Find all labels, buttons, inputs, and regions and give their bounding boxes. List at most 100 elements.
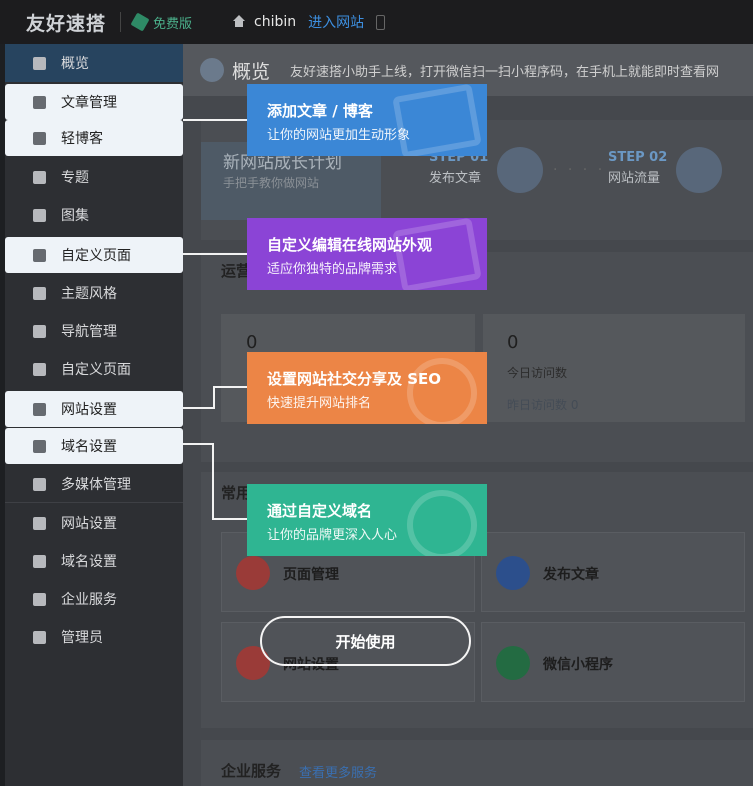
cube-icon: [33, 592, 46, 606]
quick-label: 页面管理: [283, 567, 339, 583]
globe-icon: [33, 554, 46, 568]
sidebar-divider: [5, 502, 183, 503]
topbar-divider: [120, 12, 122, 32]
tour-connector: [183, 119, 247, 121]
sidebar-item-admin[interactable]: 管理员: [5, 618, 183, 656]
enterprise-title: 企业服务: [221, 762, 282, 780]
sidebar-item-label: 企业服务: [61, 592, 117, 608]
tour-connector: [212, 518, 247, 520]
sidebar-item-navigation[interactable]: 导航管理: [5, 312, 183, 350]
sidebar-item-label: 管理员: [61, 630, 103, 646]
sidebar-item-microblog[interactable]: 轻博客: [5, 120, 183, 156]
callout-title: 添加文章 / 博客: [267, 102, 373, 120]
callout-title: 设置网站社交分享及 SEO: [267, 370, 442, 388]
step-label: STEP 02: [608, 150, 668, 165]
link-icon: [496, 646, 530, 680]
growth-plan-subtitle[interactable]: 手把手教你做网站: [223, 174, 319, 191]
grid-icon: [33, 56, 46, 70]
tour-connector: [183, 407, 214, 409]
sidebar-item-topics[interactable]: 专题: [5, 158, 183, 196]
callout-subtitle: 快速提升网站排名: [267, 396, 372, 411]
tour-connector: [213, 386, 215, 409]
sidebar-item-label: 主题风格: [61, 286, 117, 302]
quick-label: 微信小程序: [543, 657, 613, 673]
top-bar: 友好速搭 免费版 chibin 进入网站: [0, 0, 753, 44]
sidebar-item-articles[interactable]: 文章管理: [5, 84, 183, 120]
page-icon: [236, 556, 270, 590]
sidebar-item-custom-page-2[interactable]: 自定义页面: [5, 350, 183, 388]
home-icon: [232, 15, 246, 29]
tour-callout-seo: 设置网站社交分享及 SEO 快速提升网站排名: [247, 352, 487, 424]
sidebar-item-label: 概览: [61, 56, 89, 72]
tour-callout-domain: 通过自定义域名 让你的品牌更深入人心: [247, 484, 487, 556]
sidebar-item-theme[interactable]: 主题风格: [5, 274, 183, 312]
sidebar: 概览 文章管理 轻博客 专题 图集 自定义页面 主题风格 导航管理 自定义页面 …: [0, 44, 183, 786]
page-icon: [33, 248, 46, 262]
cube-icon: [130, 12, 150, 32]
user-icon: [33, 630, 46, 644]
sidebar-item-label: 导航管理: [61, 324, 117, 340]
sidebar-item-media[interactable]: 多媒体管理: [5, 465, 183, 503]
callout-title: 自定义编辑在线网站外观: [267, 236, 433, 254]
pulse-icon: [676, 147, 722, 193]
tour-connector: [212, 443, 214, 520]
site-name: chibin: [254, 14, 297, 30]
sidebar-item-label: 轻博客: [61, 131, 103, 147]
step-text: 网站流量: [608, 171, 661, 186]
globe-icon: [401, 484, 483, 556]
sidebar-item-label: 自定义页面: [61, 362, 131, 378]
globe-icon: [33, 439, 46, 453]
app-logo[interactable]: 友好速搭: [26, 9, 106, 36]
plan-badge[interactable]: 免费版: [130, 12, 193, 32]
sidebar-item-label: 域名设置: [61, 554, 117, 570]
step-connector: · · · ·: [553, 162, 606, 178]
tour-connector: [183, 443, 214, 445]
enterprise-card: [201, 740, 753, 786]
page-icon: [33, 362, 46, 376]
plan-badge-label: 免费版: [153, 16, 193, 32]
tour-connector: [213, 386, 247, 388]
enter-site-link[interactable]: 进入网站: [308, 12, 364, 32]
sidebar-item-site-settings[interactable]: 网站设置: [5, 391, 183, 427]
sidebar-item-gallery[interactable]: 图集: [5, 196, 183, 234]
sidebar-item-custom-page[interactable]: 自定义页面: [5, 237, 183, 273]
sidebar-item-label: 自定义页面: [61, 248, 131, 264]
sidebar-item-enterprise[interactable]: 企业服务: [5, 580, 183, 618]
image-icon: [33, 208, 46, 222]
step-2[interactable]: STEP 02 网站流量: [608, 150, 667, 186]
callout-subtitle: 让你的品牌更深入人心: [267, 528, 398, 543]
sidebar-item-overview[interactable]: 概览: [5, 44, 183, 82]
sidebar-item-site-settings-2[interactable]: 网站设置: [5, 504, 183, 542]
stat-value: 0: [507, 332, 519, 353]
tour-connector: [183, 253, 247, 255]
start-button[interactable]: 开始使用: [260, 616, 471, 666]
sidebar-item-domain-settings[interactable]: 域名设置: [5, 428, 183, 464]
announcement-text[interactable]: 友好速搭小助手上线，打开微信扫一扫小程序码，在手机上就能即时查看网: [290, 61, 719, 80]
sidebar-item-label: 图集: [61, 208, 89, 224]
sidebar-item-label: 文章管理: [61, 95, 117, 111]
newspaper-icon: [392, 84, 482, 156]
stat-sub: 昨日访问数 0: [507, 398, 579, 412]
book-icon: [33, 131, 46, 145]
page-title: 概览: [232, 60, 271, 83]
sidebar-item-label: 专题: [61, 170, 89, 186]
callout-subtitle: 适应你独特的品牌需求: [267, 262, 398, 277]
callout-title: 通过自定义域名: [267, 502, 373, 520]
document-icon: [497, 147, 543, 193]
overview-icon: [200, 58, 224, 82]
topic-icon: [33, 170, 46, 184]
tour-callout-appearance: 自定义编辑在线网站外观 适应你独特的品牌需求: [247, 218, 487, 290]
sidebar-item-label: 多媒体管理: [61, 477, 131, 493]
step-text: 发布文章: [429, 171, 482, 186]
layers-icon: [33, 95, 46, 109]
quick-label: 发布文章: [543, 567, 599, 583]
mobile-icon[interactable]: [376, 14, 386, 30]
brush-icon: [33, 286, 46, 300]
nav-icon: [33, 324, 46, 338]
more-services-link[interactable]: 查看更多服务: [299, 762, 377, 781]
sidebar-item-domain-settings-2[interactable]: 域名设置: [5, 542, 183, 580]
sidebar-item-label: 网站设置: [61, 402, 117, 418]
sidebar-item-label: 网站设置: [61, 516, 117, 532]
sidebar-item-label: 域名设置: [61, 439, 117, 455]
layers-icon: [496, 556, 530, 590]
